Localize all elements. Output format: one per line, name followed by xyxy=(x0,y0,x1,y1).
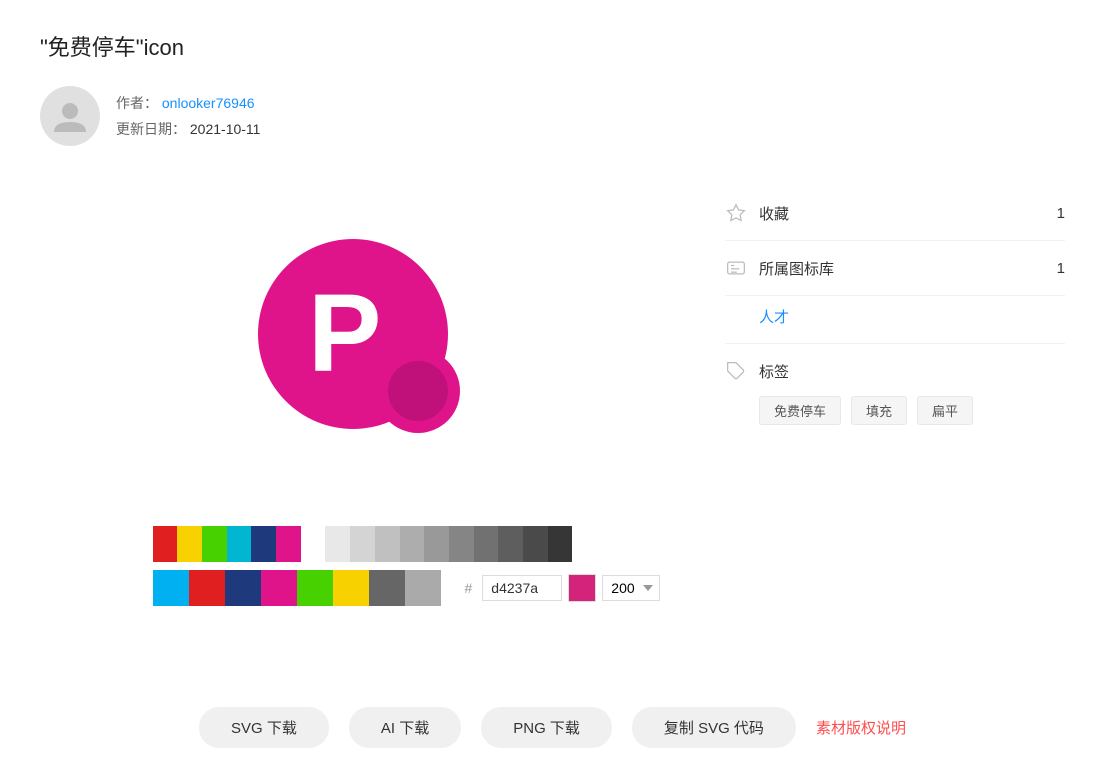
ai-download-button[interactable]: AI 下载 xyxy=(349,707,461,748)
library-sub: 人才 xyxy=(725,296,1065,344)
date-value: 2021-10-11 xyxy=(190,121,261,137)
color2-yellow[interactable] xyxy=(333,570,369,606)
tags-header: 标签 xyxy=(725,360,1065,382)
author-section: 作者： onlooker76946 更新日期： 2021-10-11 xyxy=(40,86,1065,146)
gray-swatch-4[interactable] xyxy=(400,526,425,562)
collect-count: 1 xyxy=(1057,205,1065,222)
library-count: 1 xyxy=(1057,260,1065,277)
tags-label: 标签 xyxy=(759,361,789,382)
gray-swatch-5[interactable] xyxy=(424,526,449,562)
date-row: 更新日期： 2021-10-11 xyxy=(116,119,260,139)
gray-swatch-1[interactable] xyxy=(325,526,350,562)
color-swatch-red[interactable] xyxy=(153,526,178,562)
color-preview-box[interactable] xyxy=(568,574,596,602)
gray-swatch-9[interactable] xyxy=(523,526,548,562)
left-panel: P xyxy=(40,176,685,618)
avatar xyxy=(40,86,100,146)
icon-preview: P xyxy=(153,176,573,496)
collect-item: 收藏 1 xyxy=(725,186,1065,241)
gray-swatch-3[interactable] xyxy=(375,526,400,562)
hex-color-input[interactable]: d4237a xyxy=(482,575,562,601)
row2-and-input: # d4237a 16 24 32 48 64 128 200 256 xyxy=(153,570,573,606)
tag-item-2[interactable]: 扁平 xyxy=(917,396,973,425)
copyright-link[interactable]: 素材版权说明 xyxy=(816,717,906,738)
color2-gray-dark[interactable] xyxy=(369,570,405,606)
star-icon xyxy=(725,202,747,224)
color2-gray-light[interactable] xyxy=(405,570,441,606)
color-swatch-yellow[interactable] xyxy=(177,526,202,562)
gray-swatch-7[interactable] xyxy=(474,526,499,562)
hex-input-container: # d4237a 16 24 32 48 64 128 200 256 xyxy=(465,574,661,602)
main-content: P xyxy=(40,176,1065,618)
gray-swatch-8[interactable] xyxy=(498,526,523,562)
copy-svg-button[interactable]: 复制 SVG 代码 xyxy=(632,707,796,748)
color-row-1 xyxy=(153,526,573,562)
size-select[interactable]: 16 24 32 48 64 128 200 256 512 xyxy=(602,575,660,601)
png-download-button[interactable]: PNG 下载 xyxy=(481,707,612,748)
tag-list: 免费停车 填充 扁平 xyxy=(725,396,1065,425)
library-icon xyxy=(725,257,747,279)
right-panel: 收藏 1 所属图标库 1 xyxy=(725,176,1065,618)
color-swatch-navy[interactable] xyxy=(251,526,276,562)
color-row-2 xyxy=(153,570,441,606)
page-container: "免费停车"icon 作者： onlooker76946 更新日期： 2021-… xyxy=(0,0,1105,778)
color2-red[interactable] xyxy=(189,570,225,606)
color-swatch-green[interactable] xyxy=(202,526,227,562)
author-info: 作者： onlooker76946 更新日期： 2021-10-11 xyxy=(116,93,260,139)
svg-download-button[interactable]: SVG 下载 xyxy=(199,707,329,748)
color2-pink[interactable] xyxy=(261,570,297,606)
tags-section: 标签 免费停车 填充 扁平 xyxy=(725,344,1065,441)
author-label: 作者： xyxy=(116,95,158,111)
avatar-icon xyxy=(50,96,90,136)
download-section: SVG 下载 AI 下载 PNG 下载 复制 SVG 代码 素材版权说明 xyxy=(0,707,1105,748)
color2-green[interactable] xyxy=(297,570,333,606)
color-swatch-spacer xyxy=(301,526,326,562)
page-title: "免费停车"icon xyxy=(40,30,1065,62)
tag-item-0[interactable]: 免费停车 xyxy=(759,396,841,425)
color2-navy[interactable] xyxy=(225,570,261,606)
gray-swatch-2[interactable] xyxy=(350,526,375,562)
gray-swatch-6[interactable] xyxy=(449,526,474,562)
parking-icon-svg: P xyxy=(253,226,473,446)
gray-swatch-10[interactable] xyxy=(548,526,573,562)
library-label: 所属图标库 xyxy=(759,258,834,279)
library-item: 所属图标库 1 xyxy=(725,241,1065,296)
collect-label: 收藏 xyxy=(759,203,789,224)
tag-icon xyxy=(725,360,747,382)
author-name[interactable]: onlooker76946 xyxy=(162,95,255,111)
library-link[interactable]: 人才 xyxy=(759,309,789,326)
date-label: 更新日期： xyxy=(116,121,186,137)
color2-cyan[interactable] xyxy=(153,570,189,606)
color-palette-section: # d4237a 16 24 32 48 64 128 200 256 xyxy=(153,526,573,618)
collect-left: 收藏 xyxy=(725,202,789,224)
svg-text:P: P xyxy=(308,272,381,395)
color-swatch-pink[interactable] xyxy=(276,526,301,562)
library-left: 所属图标库 xyxy=(725,257,834,279)
color-swatch-cyan[interactable] xyxy=(227,526,252,562)
tag-item-1[interactable]: 填充 xyxy=(851,396,907,425)
hash-symbol: # xyxy=(465,580,473,596)
author-row: 作者： onlooker76946 xyxy=(116,93,260,113)
